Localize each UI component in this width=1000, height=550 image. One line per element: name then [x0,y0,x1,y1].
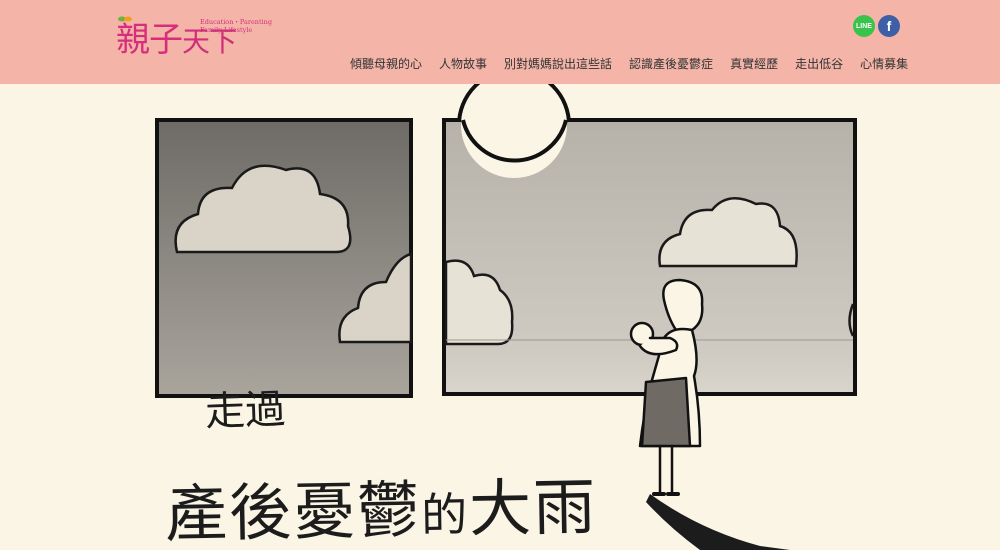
sprout-icon [118,16,132,22]
nav-item-recovery[interactable]: 走出低谷 [795,55,843,72]
line-icon: LINE [856,22,872,30]
hero-title-line1: 走過 [204,386,286,436]
site-header: 親子天下 Education・Parenting Family Lifestyle… [0,0,1000,84]
line-share-button[interactable]: LINE [853,15,875,37]
facebook-icon: f [886,18,892,34]
left-window [155,118,413,398]
nav-item-stories[interactable]: 人物故事 [439,55,487,72]
main-nav: 傾聽母親的心 人物故事 別對媽媽說出這些話 認識產後憂鬱症 真實經歷 走出低谷 … [350,55,908,72]
logo-tagline: Education・Parenting Family Lifestyle [200,18,273,34]
site-logo[interactable]: 親子天下 Education・Parenting Family Lifestyle [116,16,272,66]
hero-title-line2: 產後憂鬱的大雨 [164,470,598,550]
nav-item-understand[interactable]: 認識產後憂鬱症 [629,55,713,72]
nav-item-listen[interactable]: 傾聽母親的心 [350,55,422,72]
nav-item-submit[interactable]: 心情募集 [860,55,908,72]
nav-item-experiences[interactable]: 真實經歷 [730,55,778,72]
nav-item-dont-say[interactable]: 別對媽媽說出這些話 [504,55,612,72]
facebook-share-button[interactable]: f [878,15,900,37]
